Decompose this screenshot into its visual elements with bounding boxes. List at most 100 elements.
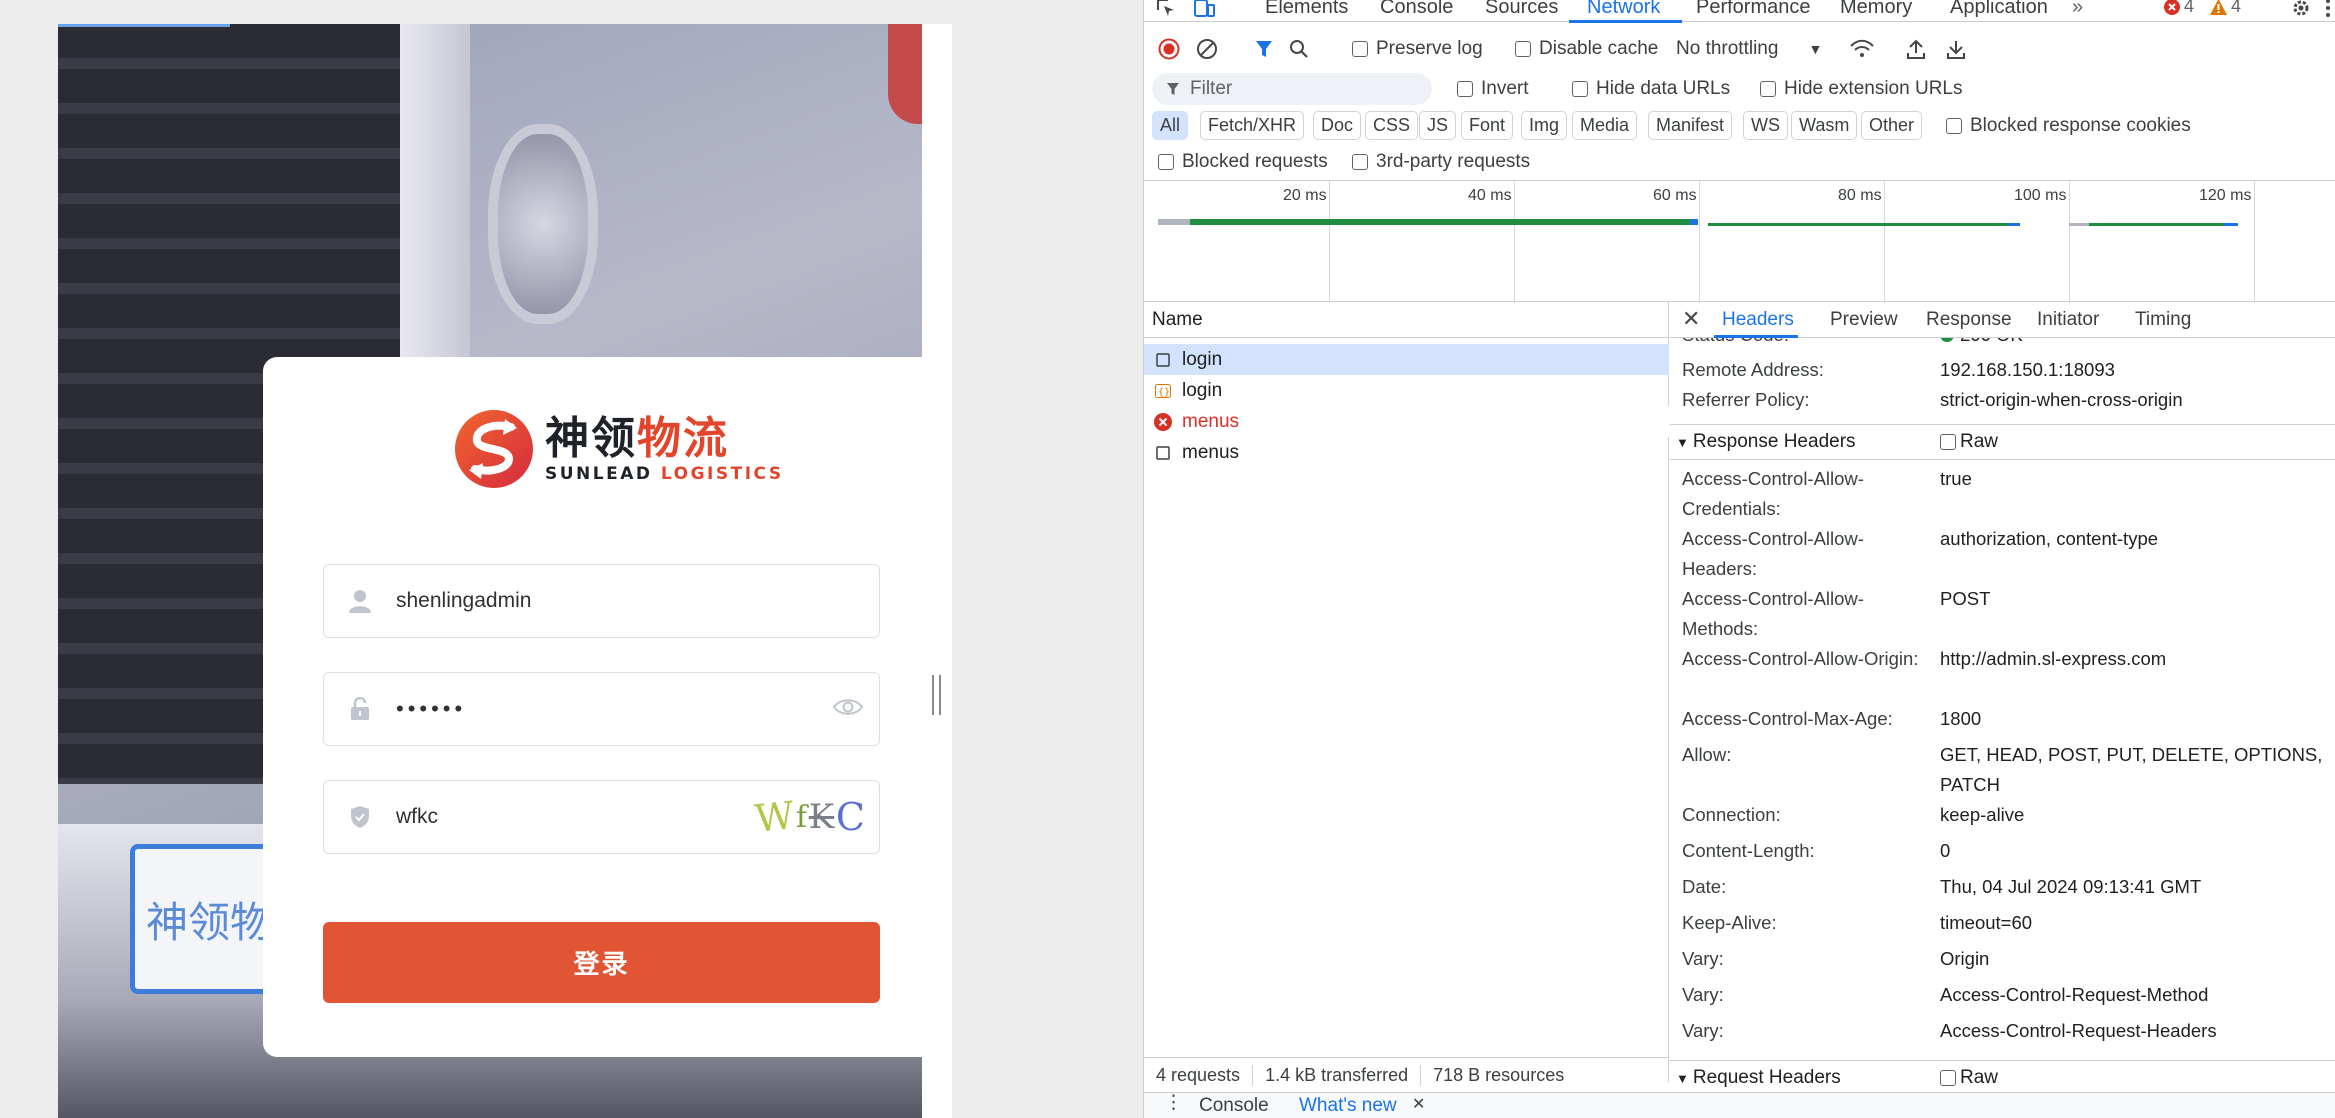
inspect-element-icon[interactable] — [1152, 0, 1180, 20]
network-overview-timeline[interactable]: 20 ms 40 ms 60 ms 80 ms 100 ms 120 ms — [1144, 180, 2335, 303]
tab-network[interactable]: Network — [1587, 0, 1660, 19]
warning-count-badge[interactable]: 4 — [2210, 0, 2241, 17]
name-column-header[interactable]: Name — [1144, 302, 1669, 338]
invert-checkbox[interactable]: Invert — [1457, 70, 1529, 108]
type-css[interactable]: CSS — [1365, 111, 1419, 140]
header-name: Referrer Policy: — [1682, 389, 1810, 410]
header-value: timeout=60 — [1940, 912, 2033, 933]
status-success-dot-icon — [1940, 338, 1954, 342]
timeline-bar — [2008, 223, 2020, 226]
truck-lamp — [488, 124, 598, 324]
tab-memory[interactable]: Memory — [1840, 0, 1912, 19]
header-value: true — [1940, 468, 1972, 489]
tab-console[interactable]: Console — [1380, 0, 1453, 19]
raw-checkbox[interactable]: Raw — [1940, 431, 1998, 453]
blocked-response-cookies-checkbox[interactable]: Blocked response cookies — [1946, 108, 2191, 144]
tab-response[interactable]: Response — [1926, 309, 2012, 331]
disable-cache-checkbox[interactable]: Disable cache — [1515, 30, 1658, 68]
hide-data-urls-checkbox[interactable]: Hide data URLs — [1572, 70, 1730, 108]
tab-preview[interactable]: Preview — [1830, 309, 1898, 331]
status-code-value: 200 OK — [1960, 338, 2023, 350]
brand-name-cn-red: 物流 — [637, 413, 729, 464]
tab-application[interactable]: Application — [1950, 0, 2048, 19]
raw-checkbox[interactable]: Raw — [1940, 1067, 1998, 1088]
search-icon[interactable] — [1289, 30, 1309, 68]
hide-extension-urls-label: Hide extension URLs — [1784, 78, 1963, 99]
blocked-requests-checkbox[interactable]: Blocked requests — [1158, 145, 1328, 179]
network-conditions-wifi-icon[interactable] — [1849, 30, 1875, 68]
type-other[interactable]: Other — [1861, 111, 1923, 140]
request-headers-section[interactable]: ▼ Request Headers Raw — [1670, 1060, 2335, 1088]
devtools-panel: Elements Console Sources Network Perform… — [1143, 0, 2335, 1118]
type-media[interactable]: Media — [1572, 111, 1638, 140]
device-toolbar-icon[interactable] — [1190, 0, 1218, 20]
tab-sources[interactable]: Sources — [1485, 0, 1558, 19]
brand-name-en-red: LOGISTICS — [660, 464, 784, 484]
header-value: 200 OK — [1940, 338, 2330, 350]
hide-extension-urls-checkbox[interactable]: Hide extension URLs — [1760, 70, 1962, 108]
request-name: login — [1182, 348, 1223, 370]
import-har-upload-icon[interactable] — [1907, 30, 1925, 68]
brand-wordmark: 神领物流 SUNLEAD LOGISTICS — [545, 413, 784, 485]
error-count-badge[interactable]: 4 — [2164, 0, 2194, 17]
request-row[interactable]: {} login — [1144, 375, 1669, 406]
settings-gear-icon[interactable] — [2287, 0, 2315, 20]
tab-elements[interactable]: Elements — [1265, 0, 1348, 19]
close-detail-icon[interactable]: ✕ — [1682, 306, 1700, 332]
type-fetch-xhr[interactable]: Fetch/XHR — [1200, 111, 1305, 140]
record-stop-icon[interactable] — [1158, 30, 1180, 68]
captcha-image[interactable]: W f K C — [753, 792, 865, 842]
password-field[interactable]: •••••• — [323, 672, 880, 746]
network-toolbar: Preserve log Disable cache No throttling… — [1144, 30, 2335, 68]
password-value[interactable]: •••••• — [396, 696, 833, 722]
username-field[interactable]: shenlingadmin — [323, 564, 880, 638]
device-resize-handle[interactable] — [932, 675, 941, 715]
filter-funnel-icon[interactable] — [1254, 30, 1274, 68]
captcha-input-value[interactable]: wfkc — [396, 805, 755, 829]
throttling-select[interactable]: No throttling ▼ — [1676, 30, 1822, 68]
close-tab-icon[interactable]: ✕ — [1412, 1094, 1425, 1114]
blocked-requests-label: Blocked requests — [1182, 151, 1328, 172]
login-button[interactable]: 登录 — [323, 922, 880, 1003]
tab-headers[interactable]: Headers — [1722, 309, 1794, 331]
request-detail-pane: ✕ Headers Preview Response Initiator Tim… — [1670, 302, 2335, 1092]
filter-row: Filter Invert Hide data URLs Hide extens… — [1144, 70, 2335, 108]
type-img[interactable]: Img — [1521, 111, 1568, 140]
response-headers-section[interactable]: ▼ Response Headers Raw — [1670, 424, 2335, 460]
document-icon — [1154, 444, 1172, 462]
captcha-char: f — [795, 799, 807, 835]
more-tabs-chevron-icon[interactable]: » — [2072, 0, 2083, 19]
timeline-tick-label: 80 ms — [1838, 187, 1882, 204]
show-password-eye-icon[interactable] — [832, 697, 864, 722]
tab-timing[interactable]: Timing — [2135, 309, 2191, 331]
more-options-icon[interactable] — [2314, 0, 2335, 20]
request-row[interactable]: menus — [1144, 437, 1669, 468]
tab-performance[interactable]: Performance — [1696, 0, 1811, 19]
header-value: Thu, 04 Jul 2024 09:13:41 GMT — [1940, 876, 2202, 897]
type-doc[interactable]: Doc — [1313, 111, 1362, 140]
type-all[interactable]: All — [1152, 111, 1189, 140]
clear-log-icon[interactable] — [1196, 30, 1218, 68]
drawer-tab-whats-new[interactable]: What's new — [1299, 1095, 1397, 1117]
type-wasm[interactable]: Wasm — [1791, 111, 1858, 140]
drawer-tab-console[interactable]: Console — [1199, 1095, 1269, 1117]
request-row[interactable]: login — [1144, 344, 1669, 375]
export-har-download-icon[interactable] — [1947, 30, 1965, 68]
transferred-size: 1.4 kB transferred — [1253, 1065, 1422, 1086]
tab-initiator[interactable]: Initiator — [2037, 309, 2099, 331]
type-font[interactable]: Font — [1461, 111, 1514, 140]
username-value[interactable]: shenlingadmin — [396, 589, 879, 613]
captcha-field[interactable]: wfkc W f K C — [323, 780, 880, 854]
type-js[interactable]: JS — [1419, 111, 1457, 140]
type-manifest[interactable]: Manifest — [1648, 111, 1733, 140]
lock-icon — [324, 697, 396, 721]
type-ws[interactable]: WS — [1743, 111, 1788, 140]
third-party-requests-checkbox[interactable]: 3rd-party requests — [1352, 145, 1530, 179]
request-name: login — [1182, 379, 1223, 401]
preserve-log-checkbox[interactable]: Preserve log — [1352, 30, 1483, 68]
drawer-menu-icon[interactable]: ⋮ — [1164, 1091, 1183, 1114]
devtools-tab-bar: Elements Console Sources Network Perform… — [1144, 0, 2335, 23]
filter-input[interactable]: Filter — [1152, 73, 1432, 105]
request-row[interactable]: menus — [1144, 406, 1669, 437]
preserve-log-label: Preserve log — [1376, 38, 1483, 59]
